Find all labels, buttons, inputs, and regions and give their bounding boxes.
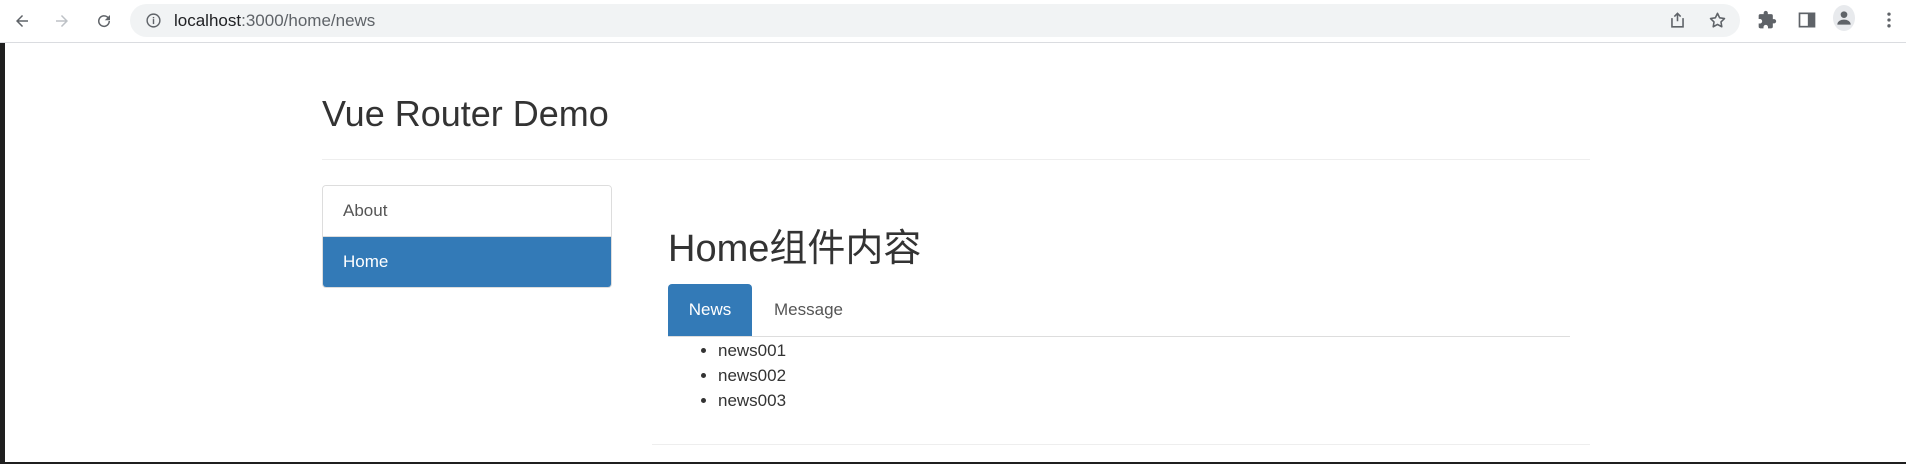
news-list: news001 news002 news003: [698, 338, 786, 413]
tab-message[interactable]: Message: [754, 284, 863, 336]
sidebar-nav: About Home: [322, 185, 612, 288]
reload-button[interactable]: [91, 8, 117, 34]
list-item: news001: [718, 338, 786, 363]
home-tabs: News Message: [668, 284, 1570, 337]
url-text[interactable]: localhost:3000/home/news: [174, 12, 375, 29]
address-bar[interactable]: localhost:3000/home/news: [130, 4, 1740, 37]
puzzle-icon: [1758, 10, 1777, 29]
share-icon[interactable]: [1668, 11, 1687, 30]
page-title: Vue Router Demo: [322, 93, 609, 134]
home-heading: Home组件内容: [668, 228, 922, 270]
side-panel-button[interactable]: [1796, 9, 1818, 31]
title-divider: [322, 159, 1590, 160]
side-panel-icon: [1798, 12, 1816, 28]
url-path: :3000/home/news: [241, 11, 376, 30]
list-item: news003: [718, 388, 786, 413]
forward-arrow-icon: [56, 15, 68, 27]
list-item: news002: [718, 363, 786, 388]
profile-icon: [1837, 11, 1851, 25]
url-host: localhost: [174, 11, 242, 30]
sidebar-item-about[interactable]: About: [323, 186, 611, 236]
site-info-icon[interactable]: [145, 12, 162, 29]
profile-button[interactable]: [1833, 5, 1855, 31]
forward-button[interactable]: [49, 8, 75, 34]
browser-toolbar: localhost:3000/home/news: [0, 0, 1906, 43]
avatar: [1833, 5, 1855, 31]
window-edge-left: [0, 43, 5, 464]
browser-menu-button[interactable]: [1878, 9, 1900, 31]
content-divider: [652, 444, 1590, 445]
tab-news[interactable]: News: [668, 284, 752, 336]
bookmark-star-icon[interactable]: [1708, 11, 1727, 30]
kebab-menu-icon: [1887, 12, 1891, 28]
back-arrow-icon: [16, 15, 28, 27]
back-button[interactable]: [9, 8, 35, 34]
reload-icon: [98, 15, 111, 28]
extensions-button[interactable]: [1756, 9, 1778, 31]
sidebar-item-home[interactable]: Home: [323, 236, 611, 287]
